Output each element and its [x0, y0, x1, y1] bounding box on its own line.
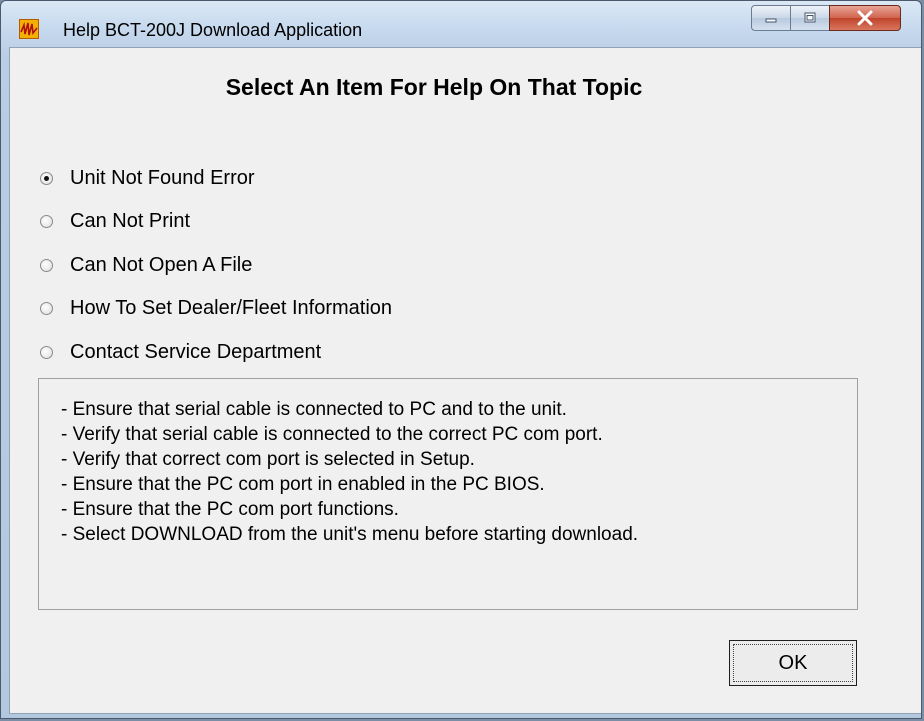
close-icon	[857, 10, 873, 26]
radio-label[interactable]: Can Not Print	[70, 210, 190, 233]
window-title: Help BCT-200J Download Application	[63, 20, 363, 40]
radio-label[interactable]: Unit Not Found Error	[70, 167, 255, 190]
radio-option-unit-not-found[interactable]: Unit Not Found Error	[40, 165, 255, 191]
ok-button-label[interactable]: OK	[779, 652, 808, 675]
minimize-button[interactable]	[751, 5, 791, 31]
maximize-icon	[804, 12, 816, 23]
radio-option-can-not-print[interactable]: Can Not Print	[40, 208, 190, 234]
help-line: - Select DOWNLOAD from the unit's menu b…	[61, 524, 639, 545]
ok-button[interactable]: OK	[729, 640, 857, 686]
help-line: - Verify that serial cable is connected …	[61, 424, 603, 445]
radio-button[interactable]	[40, 301, 53, 315]
radio-button[interactable]	[40, 258, 53, 272]
minimize-icon	[765, 18, 777, 23]
help-line: - Ensure that the PC com port functions.	[61, 499, 399, 520]
radio-option-can-not-open-file[interactable]: Can Not Open A File	[40, 252, 252, 278]
dialog-heading: Select An Item For Help On That Topic	[225, 74, 643, 100]
help-line: - Ensure that serial cable is connected …	[61, 399, 567, 420]
radio-label[interactable]: Can Not Open A File	[70, 254, 252, 277]
help-window: Help BCT-200J Download Application Selec…	[0, 0, 922, 719]
help-line: - Verify that correct com port is select…	[61, 449, 475, 470]
close-button[interactable]	[829, 5, 901, 31]
radio-option-dealer-fleet-info[interactable]: How To Set Dealer/Fleet Information	[40, 295, 392, 321]
help-line: - Ensure that the PC com port in enabled…	[61, 474, 545, 495]
radio-button[interactable]	[40, 345, 53, 359]
app-logo-icon[interactable]	[19, 19, 39, 39]
radio-label[interactable]: How To Set Dealer/Fleet Information	[70, 297, 392, 320]
help-text-panel: - Ensure that serial cable is connected …	[38, 378, 858, 610]
radio-label[interactable]: Contact Service Department	[70, 341, 321, 364]
radio-button[interactable]	[40, 214, 53, 228]
radio-option-contact-service[interactable]: Contact Service Department	[40, 339, 321, 365]
maximize-button[interactable]	[790, 5, 830, 31]
radio-button-selected[interactable]	[40, 171, 53, 185]
dialog-client-area: Select An Item For Help On That Topic Un…	[9, 47, 921, 714]
